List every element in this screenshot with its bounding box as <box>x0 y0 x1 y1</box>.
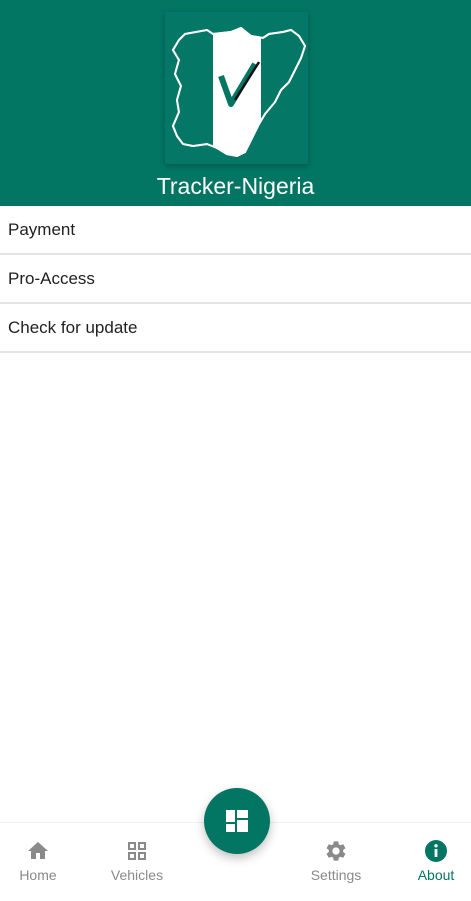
menu-item-pro-access[interactable]: Pro-Access <box>0 255 471 304</box>
menu-item-check-for-update[interactable]: Check for update <box>0 304 471 353</box>
nav-item-home[interactable]: Home <box>0 839 78 883</box>
settings-menu: Payment Pro-Access Check for update <box>0 206 471 353</box>
dashboard-fab-button[interactable] <box>204 788 270 854</box>
gear-icon <box>326 841 346 861</box>
nigeria-map-checkmark-icon <box>171 26 307 158</box>
nav-item-about[interactable]: About <box>396 839 471 883</box>
dashboard-icon <box>226 810 248 832</box>
nav-item-vehicles[interactable]: Vehicles <box>97 839 177 883</box>
nav-label-settings: Settings <box>310 867 362 883</box>
menu-item-payment[interactable]: Payment <box>0 206 471 255</box>
app-logo <box>165 12 308 164</box>
app-title: Tracker-Nigeria <box>156 173 315 199</box>
home-icon <box>28 842 48 859</box>
info-icon <box>425 840 447 862</box>
app-header: Tracker-Nigeria <box>0 0 471 206</box>
grid-icon <box>128 842 146 860</box>
nav-label-about: About <box>417 867 455 883</box>
nav-label-vehicles: Vehicles <box>110 867 164 883</box>
nav-item-settings[interactable]: Settings <box>296 839 376 883</box>
nav-label-home: Home <box>19 867 57 883</box>
